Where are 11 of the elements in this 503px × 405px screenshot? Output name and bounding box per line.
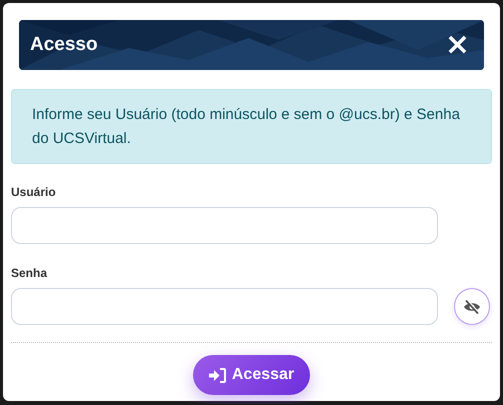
toggle-visibility-button[interactable] [454,288,490,325]
field-label: Usuário [11,185,57,199]
close-button[interactable]: × [444,30,470,60]
input-field[interactable] [11,207,438,244]
field-label: Senha [11,266,48,280]
dialog-title: Acesso [30,34,98,56]
submit-button[interactable]: Acessar [192,355,310,395]
info-alert: Informe seu Usuário (todo minúsculo e sem o @ucs.br) e Senha do UCSVirtual. [11,89,492,164]
eye-slash-icon [463,298,481,314]
sign-in-icon [208,368,226,382]
password-field[interactable] [11,288,438,325]
